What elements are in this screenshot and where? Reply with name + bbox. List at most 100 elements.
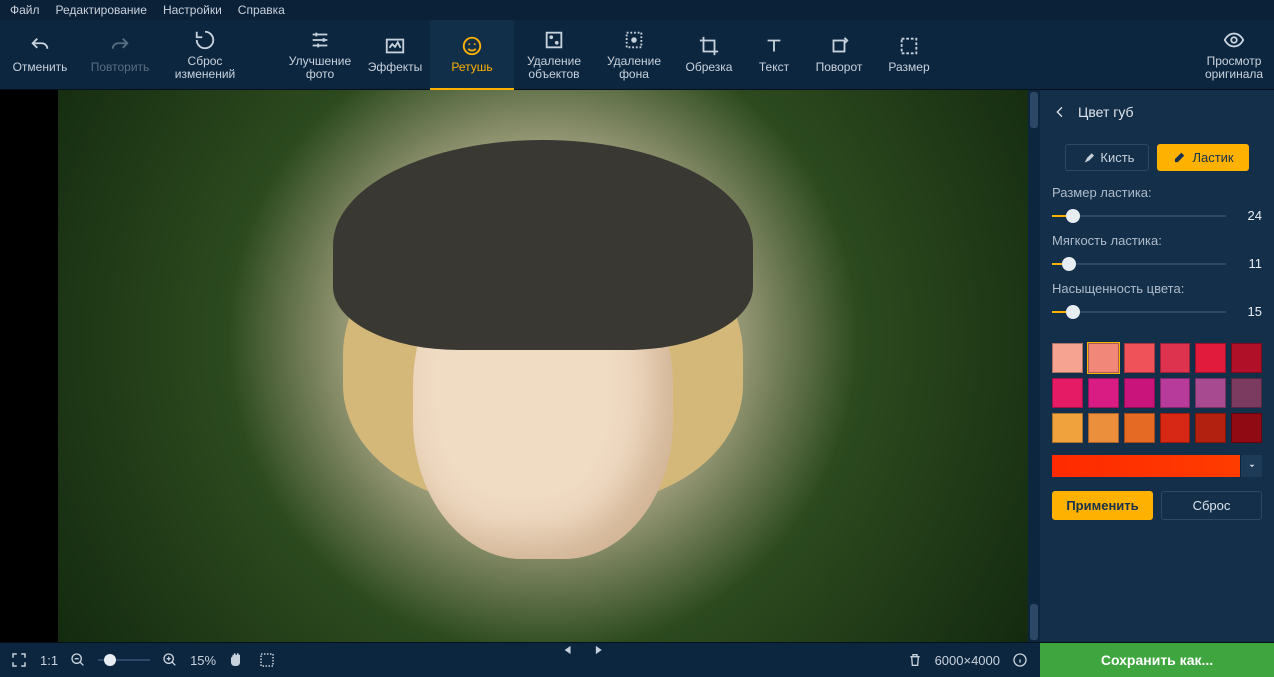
redo-icon — [109, 35, 131, 57]
panel-title: Цвет губ — [1078, 104, 1134, 120]
color-swatch[interactable] — [1124, 413, 1155, 443]
menu-settings[interactable]: Настройки — [163, 3, 222, 17]
reset-icon — [194, 29, 216, 51]
enhance-button[interactable]: Улучшение фото — [280, 20, 360, 89]
eraser-icon — [1172, 151, 1186, 165]
redo-label: Повторить — [91, 61, 150, 74]
next-button[interactable] — [592, 643, 606, 657]
zoom-fit-label[interactable]: 1:1 — [40, 653, 58, 668]
effects-button[interactable]: Эффекты — [360, 20, 430, 89]
saturation-label: Насыщенность цвета: — [1052, 281, 1262, 296]
undo-icon — [29, 35, 51, 57]
fit-screen-button[interactable] — [258, 651, 276, 669]
back-arrow-icon[interactable] — [1052, 104, 1068, 120]
eraser-size-label: Размер ластика: — [1052, 185, 1262, 200]
current-color-bar[interactable] — [1052, 455, 1240, 477]
rotate-label: Поворот — [816, 61, 863, 74]
status-bar: 1:1 15% 6000×4000 Сохранить как... — [0, 642, 1274, 677]
zoom-in-button[interactable] — [162, 652, 178, 668]
redo-button[interactable]: Повторить — [80, 20, 160, 89]
zoom-slider[interactable] — [98, 655, 150, 665]
info-button[interactable] — [1012, 652, 1028, 668]
retouch-label: Ретушь — [451, 61, 492, 74]
save-as-button[interactable]: Сохранить как... — [1040, 643, 1274, 677]
face-icon — [461, 35, 483, 57]
color-swatch[interactable] — [1160, 343, 1191, 373]
object-remove-icon — [543, 29, 565, 51]
color-swatch[interactable] — [1088, 343, 1119, 373]
eye-icon — [1223, 29, 1245, 51]
enhance-label: Улучшение фото — [289, 55, 351, 81]
color-swatch[interactable] — [1195, 343, 1226, 373]
retouch-button[interactable]: Ретушь — [430, 20, 514, 89]
color-swatch[interactable] — [1231, 343, 1262, 373]
eraser-softness-track[interactable] — [1052, 259, 1226, 269]
bg-remove-label: Удаление фона — [607, 55, 661, 81]
eraser-softness-slider: Мягкость ластика: 11 — [1040, 233, 1274, 281]
brush-label: Кисть — [1100, 150, 1134, 165]
effects-icon — [384, 35, 406, 57]
brush-mode-button[interactable]: Кисть — [1065, 144, 1149, 171]
sliders-icon — [309, 29, 331, 51]
vertical-scrollbar[interactable] — [1028, 90, 1040, 642]
main-toolbar: Отменить Повторить Сброс изменений Улучш… — [0, 20, 1274, 90]
preview-button[interactable]: Просмотр оригинала — [1194, 20, 1274, 89]
saturation-value: 15 — [1234, 304, 1262, 319]
color-swatch[interactable] — [1160, 413, 1191, 443]
color-swatches — [1040, 329, 1274, 451]
resize-label: Размер — [888, 61, 929, 74]
reset-label: Сброс изменений — [175, 55, 235, 81]
color-dropdown-button[interactable] — [1240, 455, 1262, 477]
saturation-track[interactable] — [1052, 307, 1226, 317]
color-swatch[interactable] — [1088, 378, 1119, 408]
color-swatch[interactable] — [1052, 378, 1083, 408]
object-remove-label: Удаление объектов — [527, 55, 581, 81]
crop-icon — [698, 35, 720, 57]
color-swatch[interactable] — [1195, 378, 1226, 408]
pan-button[interactable] — [228, 651, 246, 669]
resize-icon — [898, 35, 920, 57]
zoom-out-button[interactable] — [70, 652, 86, 668]
eraser-softness-label: Мягкость ластика: — [1052, 233, 1262, 248]
object-remove-button[interactable]: Удаление объектов — [514, 20, 594, 89]
text-icon — [763, 35, 785, 57]
preview-label: Просмотр оригинала — [1205, 55, 1263, 81]
delete-button[interactable] — [907, 652, 923, 668]
menu-edit[interactable]: Редактирование — [56, 3, 147, 17]
color-swatch[interactable] — [1160, 378, 1191, 408]
eraser-size-value: 24 — [1234, 208, 1262, 223]
bg-remove-button[interactable]: Удаление фона — [594, 20, 674, 89]
fullscreen-button[interactable] — [10, 651, 28, 669]
color-swatch[interactable] — [1195, 413, 1226, 443]
reset-panel-button[interactable]: Сброс — [1161, 491, 1262, 520]
rotate-button[interactable]: Поворот — [804, 20, 874, 89]
rotate-icon — [828, 35, 850, 57]
crop-label: Обрезка — [686, 61, 733, 74]
text-button[interactable]: Текст — [744, 20, 804, 89]
color-swatch[interactable] — [1124, 343, 1155, 373]
color-swatch[interactable] — [1231, 413, 1262, 443]
undo-label: Отменить — [13, 61, 68, 74]
prev-button[interactable] — [562, 643, 576, 657]
photo-canvas[interactable] — [58, 90, 1028, 642]
eraser-size-track[interactable] — [1052, 211, 1226, 221]
chevron-down-icon — [1247, 461, 1257, 471]
color-swatch[interactable] — [1052, 343, 1083, 373]
color-swatch[interactable] — [1052, 413, 1083, 443]
brush-icon — [1080, 151, 1094, 165]
crop-button[interactable]: Обрезка — [674, 20, 744, 89]
bg-remove-icon — [623, 29, 645, 51]
color-swatch[interactable] — [1231, 378, 1262, 408]
canvas-area[interactable] — [0, 90, 1040, 642]
reset-button[interactable]: Сброс изменений — [160, 20, 250, 89]
eraser-size-slider: Размер ластика: 24 — [1040, 185, 1274, 233]
apply-button[interactable]: Применить — [1052, 491, 1153, 520]
undo-button[interactable]: Отменить — [0, 20, 80, 89]
color-swatch[interactable] — [1124, 378, 1155, 408]
resize-button[interactable]: Размер — [874, 20, 944, 89]
color-swatch[interactable] — [1088, 413, 1119, 443]
menu-help[interactable]: Справка — [238, 3, 285, 17]
eraser-mode-button[interactable]: Ластик — [1157, 144, 1248, 171]
menu-file[interactable]: Файл — [10, 3, 40, 17]
zoom-percent: 15% — [190, 653, 216, 668]
